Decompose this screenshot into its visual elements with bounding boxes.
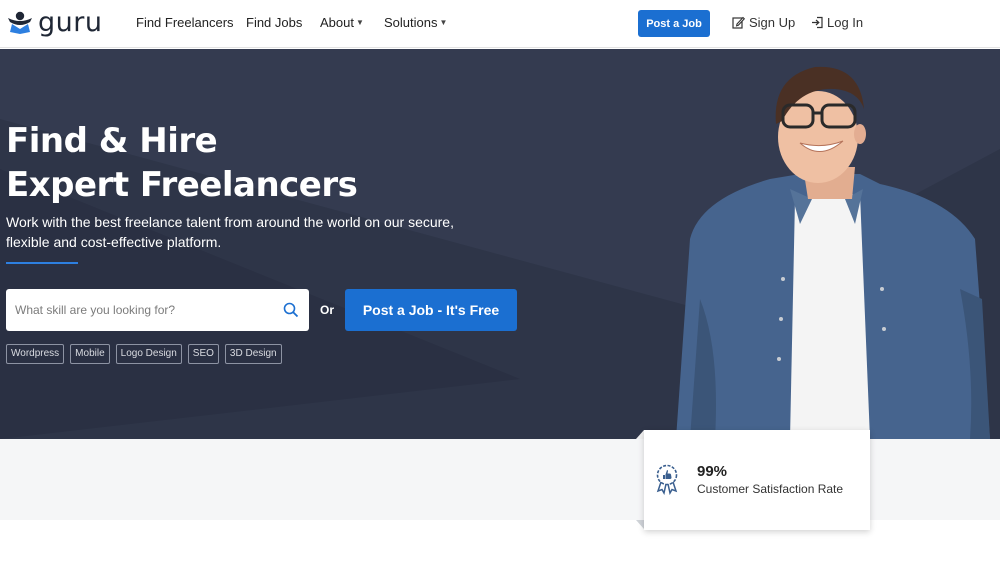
hero-title-line-1: Find & Hire	[6, 121, 218, 161]
guru-logo[interactable]: guru	[6, 8, 102, 38]
hero-section: Find & Hire Expert Freelancers Work with…	[0, 49, 1000, 439]
edit-icon	[732, 16, 745, 29]
skill-search-input[interactable]	[15, 303, 265, 317]
nav-solutions-label: Solutions	[384, 15, 438, 30]
tag-mobile[interactable]: Mobile	[70, 344, 110, 364]
guru-logo-icon	[8, 11, 32, 34]
nav-find-freelancers-label: Find Freelancers	[136, 15, 234, 30]
sign-up-link[interactable]: Sign Up	[732, 15, 795, 30]
satisfaction-stat-card: 99% Customer Satisfaction Rate	[644, 430, 870, 530]
login-icon	[812, 16, 823, 29]
hero-divider	[6, 262, 78, 264]
award-ribbon-icon	[656, 464, 678, 495]
chevron-down-icon: ▼	[355, 18, 364, 27]
card-notch-top	[636, 430, 644, 439]
search-icon[interactable]	[283, 302, 299, 318]
nav-find-freelancers[interactable]: Find Freelancers	[136, 15, 234, 30]
tag-logo-design[interactable]: Logo Design	[115, 344, 182, 364]
nav-find-jobs-label: Find Jobs	[246, 15, 303, 30]
tag-wordpress[interactable]: Wordpress	[6, 344, 65, 364]
log-in-link[interactable]: Log In	[811, 15, 863, 30]
stat-label: Customer Satisfaction Rate	[697, 482, 844, 496]
sign-up-label: Sign Up	[749, 15, 796, 30]
nav-find-jobs[interactable]: Find Jobs	[246, 15, 302, 30]
tag-seo[interactable]: SEO	[187, 344, 219, 364]
nav-about[interactable]: About ▼	[320, 15, 364, 30]
skill-search-box[interactable]	[6, 289, 309, 331]
popular-skill-tags: Wordpress Mobile Logo Design SEO 3D Desi…	[6, 344, 282, 364]
nav-solutions[interactable]: Solutions ▼	[384, 15, 447, 30]
nav-about-label: About	[320, 15, 354, 30]
top-navbar: guru Find Freelancers Find Jobs About ▼ …	[0, 0, 1000, 48]
tag-3d-design[interactable]: 3D Design	[224, 344, 282, 364]
hero-title: Find & Hire Expert Freelancers	[6, 119, 358, 207]
logo-text: guru	[38, 7, 103, 38]
chevron-down-icon: ▼	[439, 18, 448, 27]
hero-title-line-2: Expert Freelancers	[6, 165, 358, 205]
log-in-label: Log In	[827, 15, 864, 30]
hero-subtitle: Work with the best freelance talent from…	[6, 214, 454, 250]
or-label: Or	[320, 303, 335, 317]
card-notch-bottom	[636, 520, 644, 529]
stat-value: 99%	[697, 463, 728, 480]
post-a-job-button[interactable]: Post a Job	[638, 10, 710, 37]
post-job-free-button[interactable]: Post a Job - It's Free	[345, 289, 517, 331]
